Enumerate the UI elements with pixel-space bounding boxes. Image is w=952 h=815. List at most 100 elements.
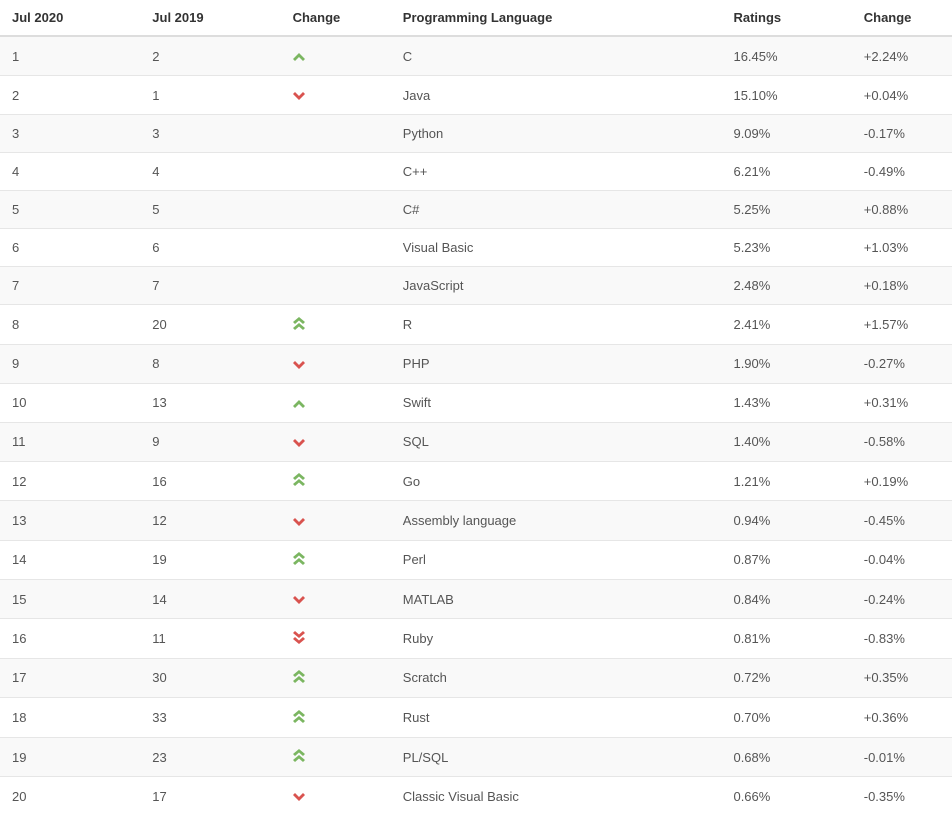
table-row: 2017Classic Visual Basic0.66%-0.35%: [0, 777, 952, 815]
table-row: 1419Perl0.87%-0.04%: [0, 540, 952, 580]
cell-jul2019: 6: [140, 229, 280, 267]
cell-jul2019: 3: [140, 115, 280, 153]
header-language: Programming Language: [391, 0, 722, 36]
cell-jul2020: 5: [0, 191, 140, 229]
table-row: 66Visual Basic5.23%+1.03%: [0, 229, 952, 267]
chevron-down-icon: [293, 514, 305, 529]
cell-ratings: 0.87%: [721, 540, 851, 580]
cell-language: MATLAB: [391, 580, 722, 619]
double-chevron-up-icon: [293, 473, 305, 489]
cell-trend: [281, 383, 391, 422]
table-row: 98PHP1.90%-0.27%: [0, 344, 952, 383]
cell-trend: [281, 191, 391, 229]
header-jul2020: Jul 2020: [0, 0, 140, 36]
cell-jul2019: 1: [140, 76, 280, 115]
cell-ratings: 1.43%: [721, 383, 851, 422]
cell-trend: [281, 540, 391, 580]
cell-language: Rust: [391, 698, 722, 738]
cell-jul2020: 15: [0, 580, 140, 619]
cell-language: C#: [391, 191, 722, 229]
cell-jul2019: 20: [140, 305, 280, 345]
cell-jul2019: 30: [140, 658, 280, 698]
cell-language: Go: [391, 461, 722, 501]
chevron-up-icon: [293, 396, 305, 411]
cell-delta: -0.17%: [852, 115, 952, 153]
cell-ratings: 5.25%: [721, 191, 851, 229]
cell-trend: [281, 422, 391, 461]
cell-jul2019: 11: [140, 619, 280, 659]
cell-jul2019: 7: [140, 267, 280, 305]
cell-trend: [281, 305, 391, 345]
table-row: 21Java15.10%+0.04%: [0, 76, 952, 115]
double-chevron-up-icon: [293, 670, 305, 686]
cell-delta: +0.88%: [852, 191, 952, 229]
cell-language: PHP: [391, 344, 722, 383]
cell-jul2019: 33: [140, 698, 280, 738]
cell-trend: [281, 619, 391, 659]
table-row: 44C++6.21%-0.49%: [0, 153, 952, 191]
chevron-down-icon: [293, 357, 305, 372]
cell-delta: +0.04%: [852, 76, 952, 115]
cell-jul2020: 11: [0, 422, 140, 461]
cell-ratings: 6.21%: [721, 153, 851, 191]
cell-trend: [281, 344, 391, 383]
cell-jul2019: 14: [140, 580, 280, 619]
cell-delta: -0.83%: [852, 619, 952, 659]
cell-jul2019: 19: [140, 540, 280, 580]
cell-delta: +0.35%: [852, 658, 952, 698]
cell-language: Ruby: [391, 619, 722, 659]
cell-language: Swift: [391, 383, 722, 422]
table-row: 1611 Ruby0.81%-0.83%: [0, 619, 952, 659]
cell-ratings: 0.72%: [721, 658, 851, 698]
rankings-table: Jul 2020 Jul 2019 Change Programming Lan…: [0, 0, 952, 815]
cell-ratings: 5.23%: [721, 229, 851, 267]
table-row: 820 R2.41%+1.57%: [0, 305, 952, 345]
cell-language: Python: [391, 115, 722, 153]
cell-language: Visual Basic: [391, 229, 722, 267]
cell-jul2020: 10: [0, 383, 140, 422]
cell-ratings: 0.94%: [721, 501, 851, 540]
cell-ratings: 0.81%: [721, 619, 851, 659]
cell-jul2020: 18: [0, 698, 140, 738]
table-row: 1730Scratch0.72%+0.35%: [0, 658, 952, 698]
cell-jul2019: 23: [140, 737, 280, 777]
cell-trend: [281, 229, 391, 267]
cell-trend: [281, 698, 391, 738]
cell-language: C: [391, 36, 722, 76]
cell-ratings: 15.10%: [721, 76, 851, 115]
double-chevron-up-icon: [293, 749, 305, 765]
cell-ratings: 1.90%: [721, 344, 851, 383]
cell-delta: +0.31%: [852, 383, 952, 422]
cell-delta: -0.58%: [852, 422, 952, 461]
cell-ratings: 2.41%: [721, 305, 851, 345]
cell-ratings: 0.68%: [721, 737, 851, 777]
cell-delta: +0.19%: [852, 461, 952, 501]
cell-jul2019: 9: [140, 422, 280, 461]
cell-delta: -0.45%: [852, 501, 952, 540]
cell-language: Assembly language: [391, 501, 722, 540]
cell-trend: [281, 76, 391, 115]
cell-jul2020: 1: [0, 36, 140, 76]
cell-jul2019: 17: [140, 777, 280, 815]
table-row: 119SQL1.40%-0.58%: [0, 422, 952, 461]
table-row: 1833Rust0.70%+0.36%: [0, 698, 952, 738]
cell-delta: -0.35%: [852, 777, 952, 815]
double-chevron-up-icon: [293, 317, 305, 333]
cell-trend: [281, 580, 391, 619]
cell-jul2020: 8: [0, 305, 140, 345]
cell-delta: +1.57%: [852, 305, 952, 345]
cell-delta: -0.04%: [852, 540, 952, 580]
cell-jul2020: 3: [0, 115, 140, 153]
cell-trend: [281, 501, 391, 540]
cell-language: JavaScript: [391, 267, 722, 305]
cell-ratings: 2.48%: [721, 267, 851, 305]
cell-jul2020: 16: [0, 619, 140, 659]
cell-jul2019: 12: [140, 501, 280, 540]
cell-language: R: [391, 305, 722, 345]
cell-jul2020: 20: [0, 777, 140, 815]
cell-ratings: 16.45%: [721, 36, 851, 76]
cell-jul2020: 17: [0, 658, 140, 698]
cell-jul2019: 5: [140, 191, 280, 229]
cell-trend: [281, 36, 391, 76]
header-ratings: Ratings: [721, 0, 851, 36]
